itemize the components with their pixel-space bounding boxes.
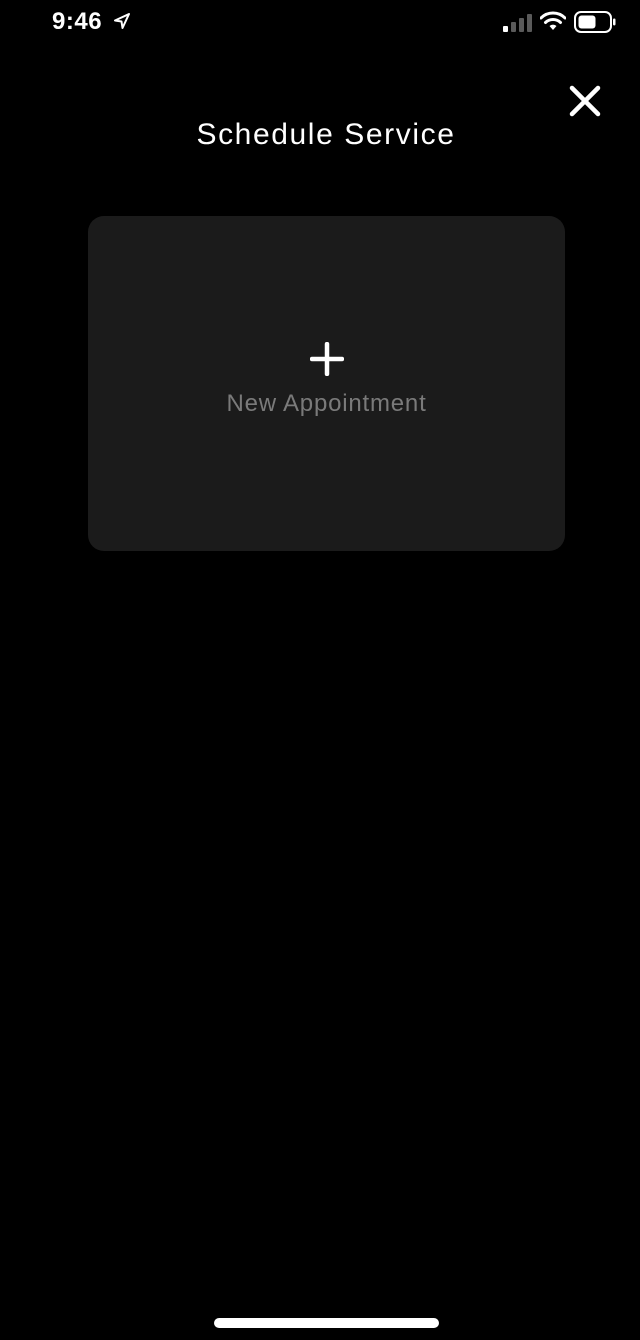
close-icon[interactable] — [566, 82, 604, 120]
new-appointment-label: New Appointment — [226, 390, 427, 417]
page-title: Schedule Service — [196, 118, 456, 151]
cellular-signal-icon — [503, 14, 532, 32]
home-indicator[interactable] — [214, 1318, 439, 1328]
battery-icon — [574, 11, 616, 33]
wifi-icon — [540, 11, 566, 30]
status-time: 9:46 — [52, 8, 103, 35]
new-appointment-card[interactable]: New Appointment — [88, 216, 565, 551]
plus-icon — [310, 342, 344, 376]
location-arrow-icon — [114, 13, 130, 29]
status-bar: 9:46 — [0, 0, 640, 46]
